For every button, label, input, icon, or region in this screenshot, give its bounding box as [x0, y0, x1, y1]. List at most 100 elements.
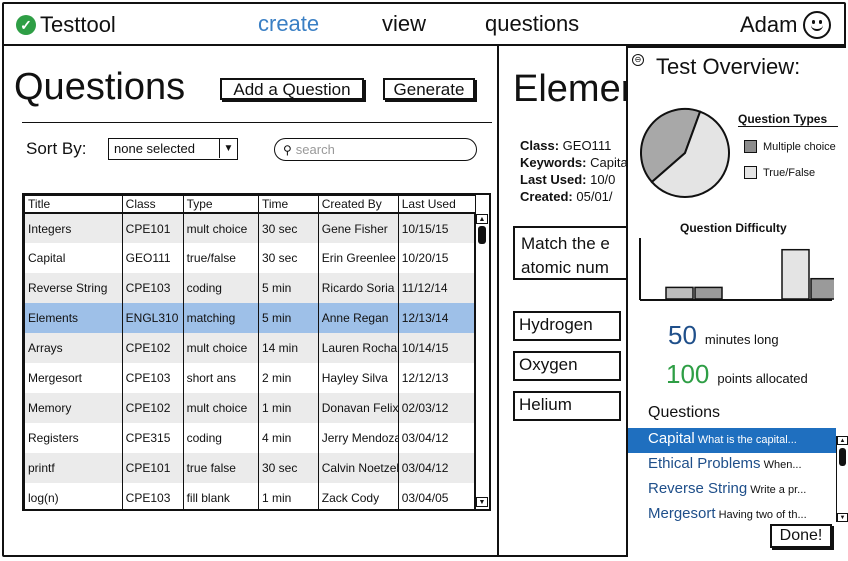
table-cell: fill blank	[182, 483, 260, 509]
table-cell: 12/12/13	[397, 363, 477, 393]
column-header-last-used[interactable]: Last Used	[397, 195, 477, 214]
answer-option[interactable]: Hydrogen	[513, 311, 621, 341]
scroll-thumb[interactable]	[839, 448, 846, 466]
legend-swatch	[744, 166, 757, 179]
table-cell: 30 sec	[258, 453, 319, 483]
legend-swatch	[744, 140, 757, 153]
question-list-item[interactable]: Ethical Problems When...	[628, 453, 836, 478]
table-cell: matching	[182, 303, 260, 333]
legend-item-true-false: True/False	[744, 166, 815, 179]
search-icon: ⚲	[283, 142, 292, 157]
nav-view[interactable]: view	[382, 11, 426, 37]
table-cell: 10/20/15	[397, 243, 477, 273]
question-types-pie	[640, 108, 730, 198]
table-cell: Elements	[24, 303, 123, 333]
add-question-button[interactable]: Add a Question	[220, 78, 364, 100]
difficulty-title: Question Difficulty	[680, 221, 787, 235]
collapse-icon[interactable]: ⊖	[632, 54, 644, 66]
test-overview-panel: ⊖ Test Overview: Question Types Multiple…	[626, 46, 848, 557]
table-cell: 30 sec	[258, 243, 319, 273]
difficulty-bar	[781, 248, 810, 300]
column-header-class[interactable]: Class	[121, 195, 184, 214]
question-list-item-desc: Write a pr...	[750, 484, 807, 496]
generate-button[interactable]: Generate	[383, 78, 475, 100]
scroll-up-icon[interactable]: ▲	[837, 436, 848, 445]
table-cell: 02/03/12	[397, 393, 477, 423]
answer-option[interactable]: Helium	[513, 391, 621, 421]
table-cell: CPE102	[121, 393, 184, 423]
table-row[interactable]: Capital GEO111 true/false 30 sec Erin Greenl…	[24, 243, 477, 273]
difficulty-bar	[810, 277, 834, 300]
table-cell: 10/14/15	[397, 333, 477, 363]
table-cell: 14 min	[258, 333, 319, 363]
table-row[interactable]: printf CPE101 true false 30 sec Calvin Noetz…	[24, 453, 477, 483]
nav-questions[interactable]: questions	[485, 11, 579, 37]
table-cell: Reverse String	[24, 273, 123, 303]
table-cell: GEO111	[121, 243, 184, 273]
user-name: Adam	[740, 12, 798, 37]
sort-select[interactable]: none selected ▼	[108, 138, 238, 160]
table-row[interactable]: Integers CPE101 mult choice 30 sec Gene Fish…	[24, 213, 477, 243]
table-cell: Mergesort	[24, 363, 123, 393]
question-list-scrollbar[interactable]: ▲ ▼	[836, 436, 848, 522]
table-cell: Donavan Felix	[317, 393, 399, 423]
table-cell: CPE103	[121, 483, 184, 509]
difficulty-bar	[665, 286, 694, 300]
table-cell: 03/04/12	[397, 453, 477, 483]
detail-created: Created: 05/01/	[520, 189, 613, 204]
table-cell: Memory	[24, 393, 123, 423]
app-logo[interactable]: ✓ Testtool	[16, 12, 116, 38]
column-header-type[interactable]: Type	[182, 195, 260, 214]
question-list-item[interactable]: Reverse String Write a pr...	[628, 478, 836, 503]
table-cell: mult choice	[182, 213, 260, 243]
question-text-box: Match the e atomic num	[513, 226, 628, 280]
detail-keywords: Keywords: Capital	[520, 155, 628, 170]
table-row[interactable]: Arrays CPE102 mult choice 14 min Lauren Roch…	[24, 333, 477, 363]
table-cell: short ans	[182, 363, 260, 393]
table-cell: Arrays	[24, 333, 123, 363]
search-placeholder: search	[295, 142, 335, 157]
difficulty-bar	[694, 286, 723, 300]
nav-create[interactable]: create	[258, 11, 319, 37]
table-cell: 5 min	[258, 303, 319, 333]
questions-label: Questions	[648, 404, 721, 421]
table-cell: Integers	[24, 213, 123, 243]
table-cell: 5 min	[258, 273, 319, 303]
table-row[interactable]: Memory CPE102 mult choice 1 min Donavan Feli…	[24, 393, 477, 423]
table-cell: CPE101	[121, 213, 184, 243]
table-row[interactable]: Elements ENGL310 matching 5 min Anne Regan 12…	[24, 303, 477, 333]
legend-item-multiple-choice: Multiple choice	[744, 140, 836, 153]
search-input[interactable]: ⚲ search	[274, 138, 477, 161]
table-row[interactable]: Registers CPE315 coding 4 min Jerry Mendoza 0…	[24, 423, 477, 453]
table-row[interactable]: Mergesort CPE103 short ans 2 min Hayley Silv…	[24, 363, 477, 393]
answer-option[interactable]: Oxygen	[513, 351, 621, 381]
scroll-down-icon[interactable]: ▼	[837, 513, 848, 522]
difficulty-bar-chart	[639, 238, 834, 301]
question-list-item-title: Mergesort	[648, 505, 716, 522]
check-circle-icon: ✓	[16, 15, 36, 35]
scroll-down-icon[interactable]: ▼	[476, 497, 488, 507]
table-row[interactable]: log(n) CPE103 fill blank 1 min Zack Cody 03/0…	[24, 483, 477, 509]
table-cell: CPE102	[121, 333, 184, 363]
table-cell: CPE103	[121, 273, 184, 303]
question-list-item-title: Capital	[648, 430, 695, 447]
column-header-created-by[interactable]: Created By	[317, 195, 399, 214]
column-header-title[interactable]: Title	[24, 195, 123, 214]
table-cell: mult choice	[182, 333, 260, 363]
scroll-up-icon[interactable]: ▲	[476, 214, 488, 224]
user-menu[interactable]: Adam	[740, 11, 832, 39]
test-question-list: Capital What is the capital... Ethical Pr…	[628, 428, 836, 528]
table-cell: 11/12/14	[397, 273, 477, 303]
table-cell: Ricardo Soria	[317, 273, 399, 303]
done-button[interactable]: Done!	[770, 524, 832, 548]
table-cell: Registers	[24, 423, 123, 453]
scroll-thumb[interactable]	[478, 226, 486, 244]
table-cell: mult choice	[182, 393, 260, 423]
table-scrollbar[interactable]: ▲ ▼	[474, 212, 489, 509]
chevron-down-icon[interactable]: ▼	[219, 139, 237, 158]
table-row[interactable]: Reverse String CPE103 coding 5 min Ricardo S…	[24, 273, 477, 303]
column-header-time[interactable]: Time	[258, 195, 319, 214]
table-cell: log(n)	[24, 483, 123, 509]
question-list-item-title: Ethical Problems	[648, 455, 761, 472]
question-list-item[interactable]: Capital What is the capital...	[628, 428, 836, 453]
